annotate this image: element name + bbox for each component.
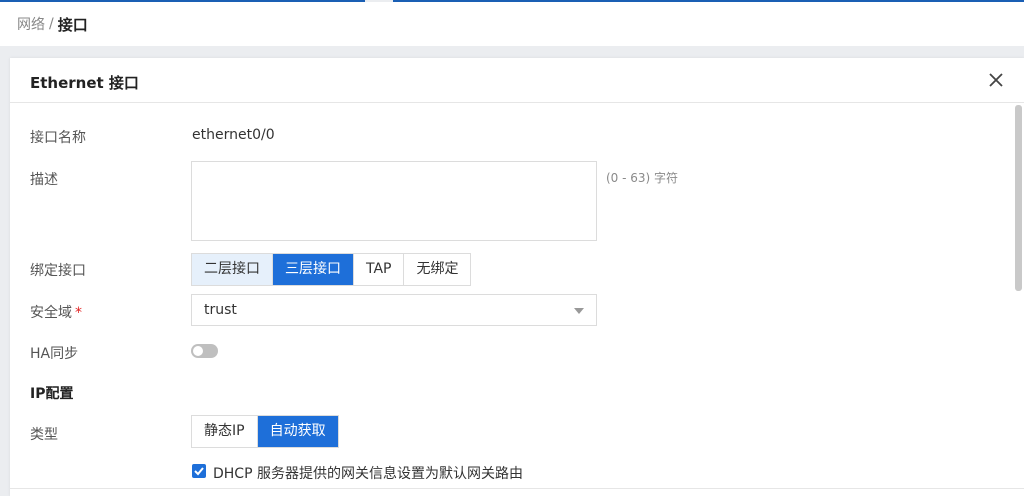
bind-interface-selector: 二层接口 三层接口 TAP 无绑定 (191, 253, 472, 286)
dhcp-gateway-label[interactable]: DHCP 服务器提供的网关信息设置为默认网关路由 (213, 463, 523, 483)
divider (10, 488, 1024, 489)
interface-name-label: 接口名称 (30, 130, 86, 146)
breadcrumb: 网络 / 接口 (0, 2, 1024, 46)
ha-sync-toggle[interactable] (191, 344, 218, 358)
scrollbar[interactable] (1015, 105, 1022, 291)
breadcrumb-current: 接口 (57, 15, 88, 34)
chevron-down-icon (574, 308, 584, 314)
security-zone-value: trust (204, 302, 237, 318)
ha-sync-label: HA同步 (30, 346, 79, 362)
description-label: 描述 (30, 172, 58, 188)
breadcrumb-parent[interactable]: 网络 (17, 14, 45, 34)
dialog-title: Ethernet 接口 (30, 74, 139, 92)
close-icon[interactable] (986, 70, 1006, 90)
ip-config-section-title: IP配置 (30, 386, 74, 402)
bind-interface-label: 绑定接口 (30, 263, 86, 279)
bind-option-layer2[interactable]: 二层接口 (192, 254, 273, 285)
ethernet-interface-dialog: Ethernet 接口 接口名称 ethernet0/0 描述 (0 - 63)… (10, 58, 1024, 496)
toggle-knob (193, 346, 203, 356)
security-zone-label: 安全域 * (30, 302, 82, 322)
security-zone-label-text: 安全域 (30, 305, 72, 321)
security-zone-select[interactable]: trust (191, 294, 597, 326)
ip-type-dhcp[interactable]: 自动获取 (257, 416, 338, 447)
interface-name-value: ethernet0/0 (192, 127, 275, 143)
bind-option-tap[interactable]: TAP (354, 254, 405, 285)
bind-option-none[interactable]: 无绑定 (404, 254, 471, 285)
ip-type-static[interactable]: 静态IP (192, 416, 258, 447)
ip-type-label: 类型 (30, 427, 58, 443)
check-icon (194, 467, 204, 476)
ip-type-selector: 静态IP 自动获取 (191, 415, 339, 448)
bind-option-layer3[interactable]: 三层接口 (273, 254, 354, 285)
description-hint: (0 - 63) 字符 (606, 171, 679, 185)
dhcp-gateway-checkbox[interactable] (192, 464, 206, 478)
breadcrumb-separator: / (49, 16, 54, 32)
required-marker: * (75, 305, 82, 321)
dialog-header: Ethernet 接口 (10, 58, 1024, 103)
description-input[interactable] (191, 161, 597, 241)
